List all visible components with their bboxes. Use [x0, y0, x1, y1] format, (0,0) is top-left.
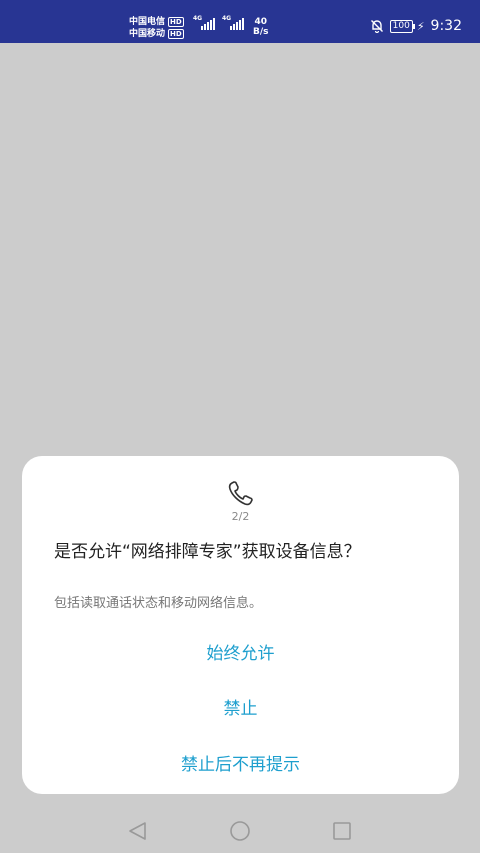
- network-speed: 40 B/s: [253, 17, 269, 37]
- carrier-info: 中国电信 HD 中国移动 HD: [129, 16, 184, 40]
- system-status: 100 ⚡ 9:32: [370, 18, 462, 34]
- clock: 9:32: [430, 18, 462, 34]
- status-bar: 中国电信 HD 中国移动 HD 4G 4G 40 B/s 100 ⚡ 9:32: [0, 0, 480, 43]
- phone-icon: [228, 481, 253, 506]
- permission-dialog: 2/2 是否允许“网络排障专家”获取设备信息？ 包括读取通话状态和移动网络信息。…: [22, 456, 459, 794]
- network-type-1: 4G: [193, 15, 203, 22]
- charging-bolt-icon: ⚡: [416, 19, 425, 33]
- signal-2-icon: 4G: [222, 15, 244, 30]
- carrier-2-name: 中国移动: [129, 29, 166, 39]
- navigation-bar: [0, 807, 480, 853]
- network-type-2: 4G: [222, 15, 232, 22]
- back-triangle-icon[interactable]: [126, 819, 150, 843]
- hd-badge: HD: [168, 17, 184, 27]
- hd-badge: HD: [168, 29, 184, 39]
- signal-1-icon: 4G: [193, 15, 215, 30]
- speed-unit: B/s: [253, 27, 269, 37]
- home-circle-icon[interactable]: [228, 819, 252, 843]
- carrier-1-name: 中国电信: [129, 17, 166, 27]
- deny-dont-ask-button[interactable]: 禁止后不再提示: [22, 750, 459, 775]
- permission-description: 包括读取通话状态和移动网络信息。: [54, 596, 263, 611]
- mute-bell-icon: [370, 20, 383, 33]
- speed-value: 40: [254, 17, 268, 27]
- battery-icon: 100: [389, 19, 416, 33]
- recent-square-icon[interactable]: [330, 819, 354, 843]
- permission-counter: 2/2: [231, 510, 250, 523]
- deny-button[interactable]: 禁止: [22, 694, 459, 719]
- allow-always-button[interactable]: 始终允许: [22, 639, 459, 664]
- permission-question: 是否允许“网络排障专家”获取设备信息？: [54, 542, 361, 562]
